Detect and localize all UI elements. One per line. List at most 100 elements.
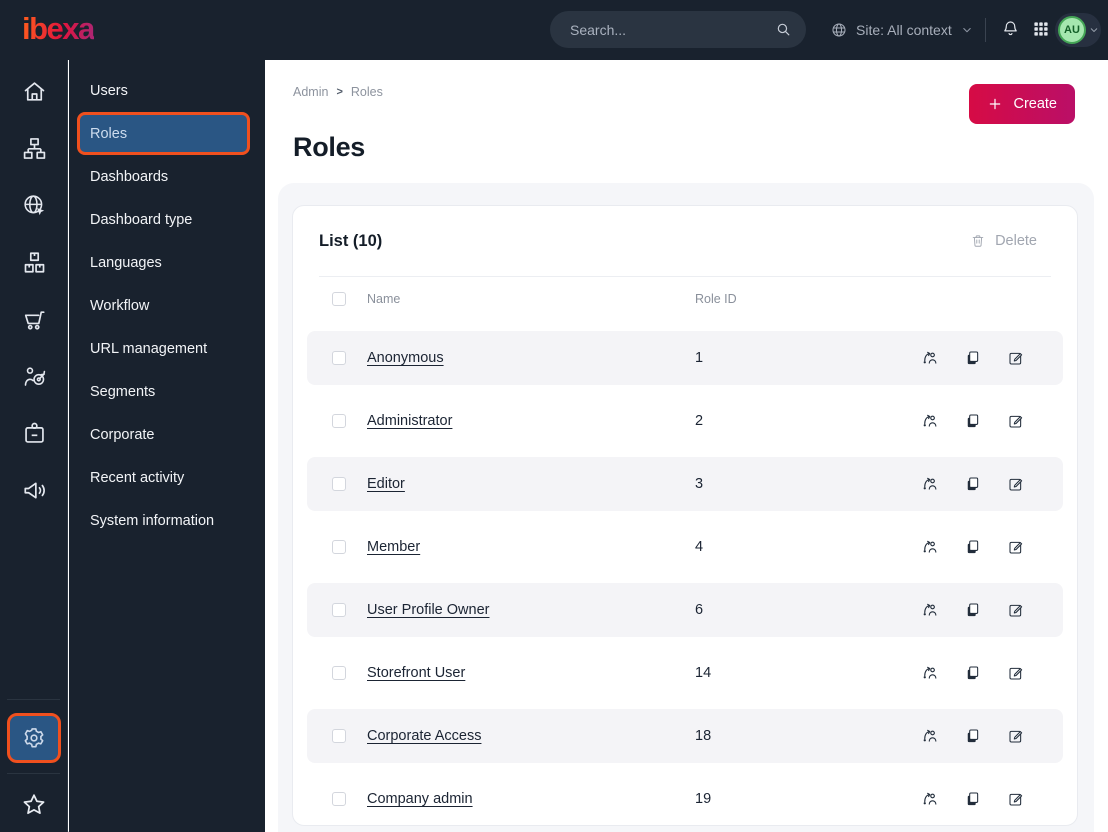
cart-icon[interactable] — [0, 291, 68, 348]
edit-icon[interactable] — [1007, 412, 1025, 430]
row-checkbox[interactable] — [332, 477, 346, 491]
assign-user-icon[interactable] — [921, 475, 939, 493]
row-actions — [921, 664, 1025, 682]
packages-icon[interactable] — [0, 234, 68, 291]
row-checkbox[interactable] — [332, 351, 346, 365]
row-checkbox[interactable] — [332, 603, 346, 617]
content-tree-icon[interactable] — [0, 120, 68, 177]
copy-icon[interactable] — [964, 601, 982, 619]
notifications-button[interactable] — [1001, 19, 1020, 38]
sidebar-item-segments[interactable]: Segments — [69, 370, 265, 413]
site-context-selector[interactable]: Site: All context — [830, 16, 974, 44]
sidebar-item-dashboard-type[interactable]: Dashboard type — [69, 198, 265, 241]
copy-icon[interactable] — [964, 790, 982, 808]
search-input[interactable] — [570, 21, 775, 38]
role-name-link[interactable]: Storefront User — [367, 665, 465, 681]
copy-icon[interactable] — [964, 475, 982, 493]
copy-icon[interactable] — [964, 412, 982, 430]
home-icon[interactable] — [0, 63, 68, 120]
assign-user-icon[interactable] — [921, 790, 939, 808]
edit-icon[interactable] — [1007, 475, 1025, 493]
sidebar-item-dashboards[interactable]: Dashboards — [69, 155, 265, 198]
app-switcher-button[interactable] — [1032, 20, 1050, 38]
site-globe-icon[interactable] — [0, 177, 68, 234]
assign-user-icon[interactable] — [921, 538, 939, 556]
page-title: Roles — [293, 132, 366, 162]
sidebar-item-recent-activity[interactable]: Recent activity — [69, 456, 265, 499]
role-name-link[interactable]: Editor — [367, 476, 405, 492]
row-checkbox[interactable] — [332, 729, 346, 743]
sidebar-item-roles[interactable]: Roles — [77, 112, 250, 155]
sidebar-item-label: Corporate — [90, 426, 155, 443]
sidebar-item-corporate[interactable]: Corporate — [69, 413, 265, 456]
role-id: 18 — [695, 728, 712, 744]
edit-icon[interactable] — [1007, 349, 1025, 367]
table-row: Member 4 — [307, 520, 1063, 574]
breadcrumb-separator: > — [336, 86, 343, 98]
settings-gear-icon[interactable] — [6, 713, 61, 763]
row-checkbox[interactable] — [332, 792, 346, 806]
select-all-checkbox[interactable] — [332, 292, 346, 306]
assign-user-icon[interactable] — [921, 412, 939, 430]
star-icon[interactable] — [0, 783, 68, 827]
role-id: 6 — [695, 602, 704, 618]
row-actions — [921, 601, 1025, 619]
create-button[interactable]: Create — [969, 84, 1075, 124]
audience-target-icon[interactable] — [0, 348, 68, 405]
breadcrumb-roles[interactable]: Roles — [351, 85, 383, 99]
list-card-header: List (10) Delete — [293, 206, 1077, 276]
icon-rail-bottom — [0, 699, 67, 832]
role-name-link[interactable]: User Profile Owner — [367, 602, 489, 618]
assign-user-icon[interactable] — [921, 349, 939, 367]
sidebar-item-label: Dashboards — [90, 168, 169, 185]
assign-user-icon[interactable] — [921, 727, 939, 745]
role-name-link[interactable]: Administrator — [367, 413, 452, 429]
table-header: Name Role ID — [293, 277, 1077, 321]
edit-icon[interactable] — [1007, 727, 1025, 745]
assign-user-icon[interactable] — [921, 601, 939, 619]
edit-icon[interactable] — [1007, 601, 1025, 619]
assign-user-icon[interactable] — [921, 664, 939, 682]
row-checkbox[interactable] — [332, 666, 346, 680]
role-id: 19 — [695, 791, 712, 807]
sidebar-item-label: Recent activity — [90, 469, 185, 486]
edit-icon[interactable] — [1007, 790, 1025, 808]
copy-icon[interactable] — [964, 349, 982, 367]
search-icon[interactable] — [775, 21, 792, 38]
edit-icon[interactable] — [1007, 538, 1025, 556]
copy-icon[interactable] — [964, 664, 982, 682]
table-body: Anonymous 1 Administrator 2 Editor 3 Mem… — [293, 321, 1077, 825]
global-search[interactable] — [550, 11, 806, 48]
role-name-link[interactable]: Anonymous — [367, 350, 444, 366]
megaphone-icon[interactable] — [0, 462, 68, 519]
admin-sidebar: Users Roles Dashboards Dashboard type La… — [69, 60, 265, 832]
sidebar-item-label: Roles — [90, 125, 128, 142]
breadcrumb-admin[interactable]: Admin — [293, 85, 328, 99]
role-id: 2 — [695, 413, 704, 429]
column-header-name: Name — [367, 292, 401, 306]
role-id: 3 — [695, 476, 704, 492]
table-row: Corporate Access 18 — [307, 709, 1063, 763]
sidebar-item-users[interactable]: Users — [69, 69, 265, 112]
edit-icon[interactable] — [1007, 664, 1025, 682]
id-badge-icon[interactable] — [0, 405, 68, 462]
role-name-link[interactable]: Company admin — [367, 791, 473, 807]
row-checkbox[interactable] — [332, 540, 346, 554]
row-checkbox[interactable] — [332, 414, 346, 428]
copy-icon[interactable] — [964, 727, 982, 745]
user-menu[interactable]: AU — [1055, 13, 1101, 47]
icon-rail — [0, 60, 68, 832]
content-container: List (10) Delete Name Role ID Anonymous … — [278, 183, 1094, 832]
sidebar-item-label: Dashboard type — [90, 211, 193, 228]
sidebar-item-url-management[interactable]: URL management — [69, 327, 265, 370]
sidebar-item-languages[interactable]: Languages — [69, 241, 265, 284]
delete-button[interactable]: Delete — [970, 233, 1037, 249]
sidebar-item-label: URL management — [90, 340, 208, 357]
sidebar-item-label: Segments — [90, 383, 156, 400]
role-name-link[interactable]: Corporate Access — [367, 728, 481, 744]
copy-icon[interactable] — [964, 538, 982, 556]
rail-divider — [7, 699, 60, 700]
role-name-link[interactable]: Member — [367, 539, 420, 555]
sidebar-item-system-information[interactable]: System information — [69, 499, 265, 542]
sidebar-item-workflow[interactable]: Workflow — [69, 284, 265, 327]
